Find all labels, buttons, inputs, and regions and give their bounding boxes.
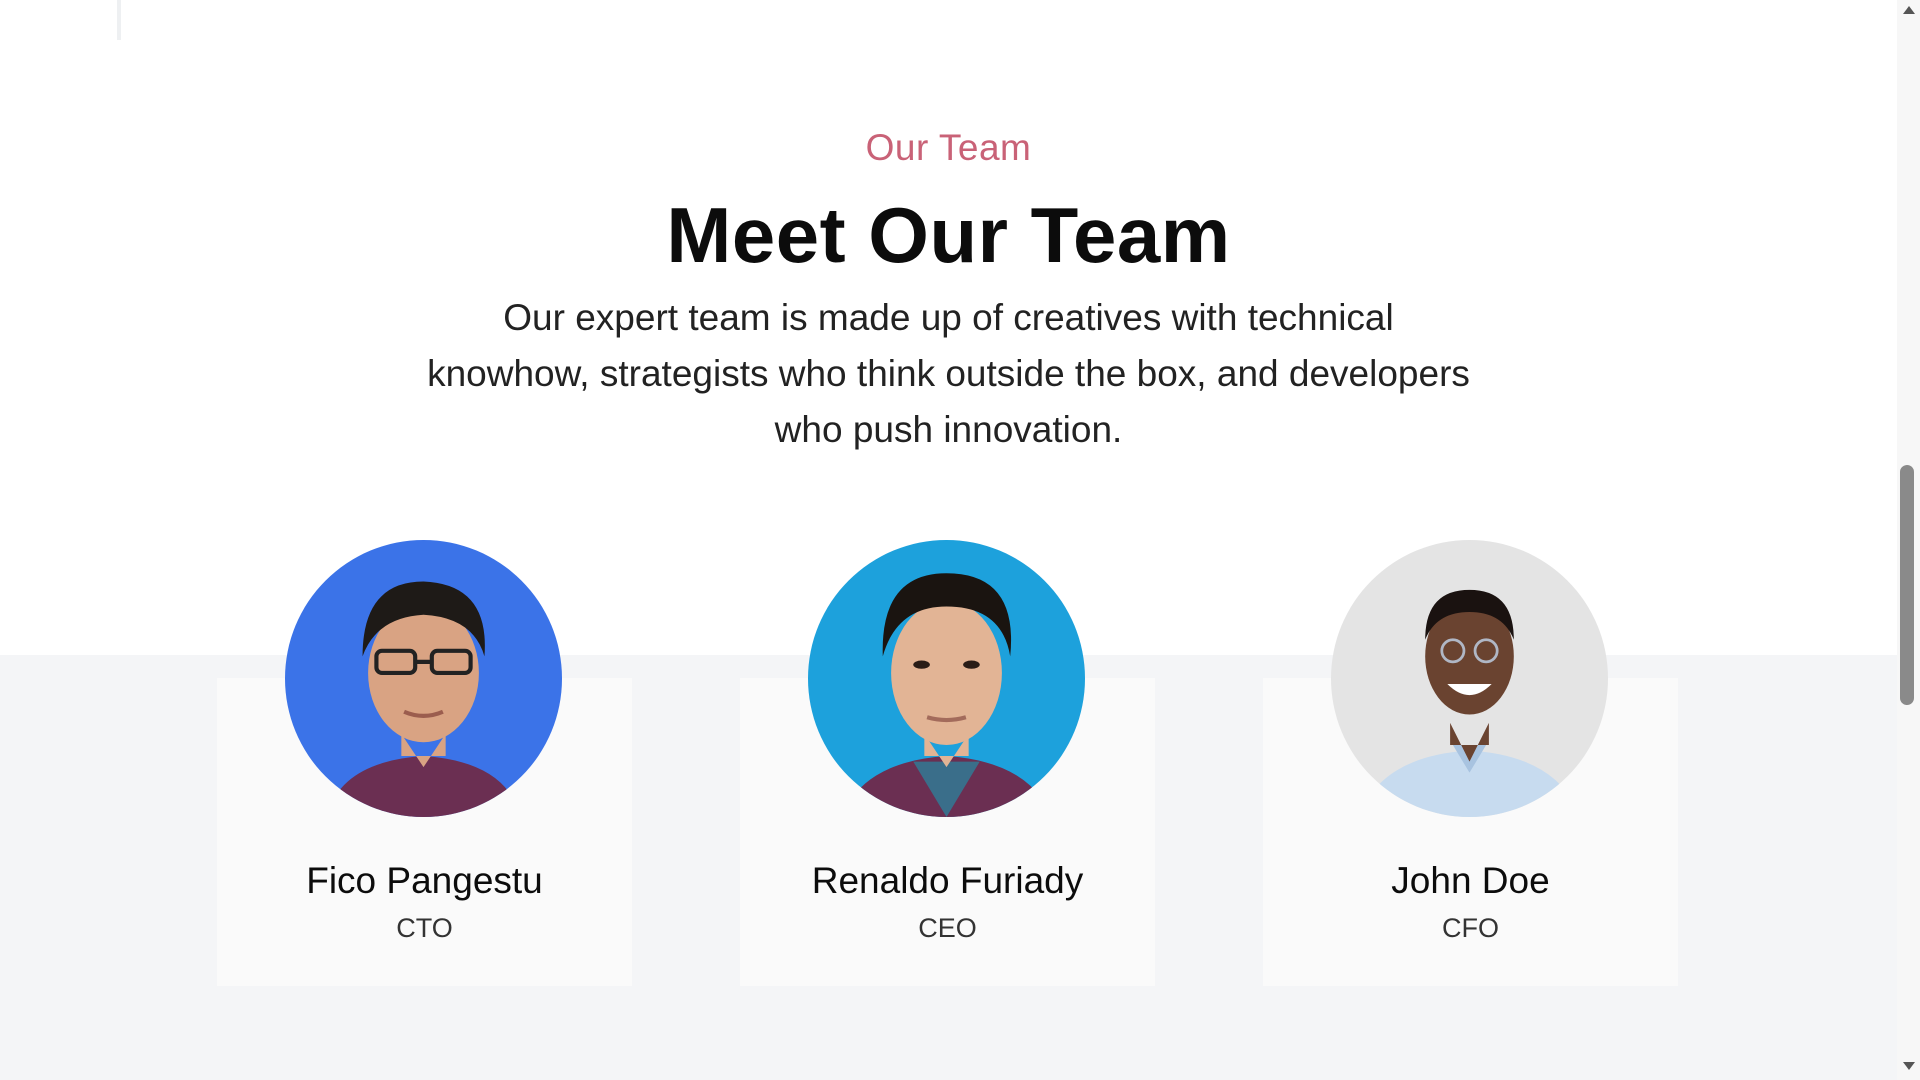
- member-name: John Doe: [1391, 860, 1550, 901]
- member-name: Fico Pangestu: [306, 860, 543, 901]
- scroll-up-arrow-icon[interactable]: [1903, 6, 1915, 14]
- avatar-john: [1331, 540, 1608, 817]
- page: Our Team Meet Our Team Our expert team i…: [0, 0, 1897, 1080]
- avatar-fico: [285, 540, 562, 817]
- section-description: Our expert team is made up of creatives …: [427, 297, 1470, 450]
- divider: [117, 0, 121, 40]
- section-eyebrow: Our Team: [865, 127, 1032, 168]
- member-role: CFO: [1442, 913, 1499, 943]
- avatar-renaldo: [808, 540, 1085, 817]
- member-name: Renaldo Furiady: [811, 860, 1084, 901]
- section-title: Meet Our Team: [666, 191, 1231, 279]
- member-role: CTO: [396, 913, 453, 943]
- scrollbar-thumb[interactable]: [1900, 465, 1914, 705]
- scroll-down-arrow-icon[interactable]: [1903, 1062, 1915, 1070]
- member-role: CEO: [918, 913, 977, 943]
